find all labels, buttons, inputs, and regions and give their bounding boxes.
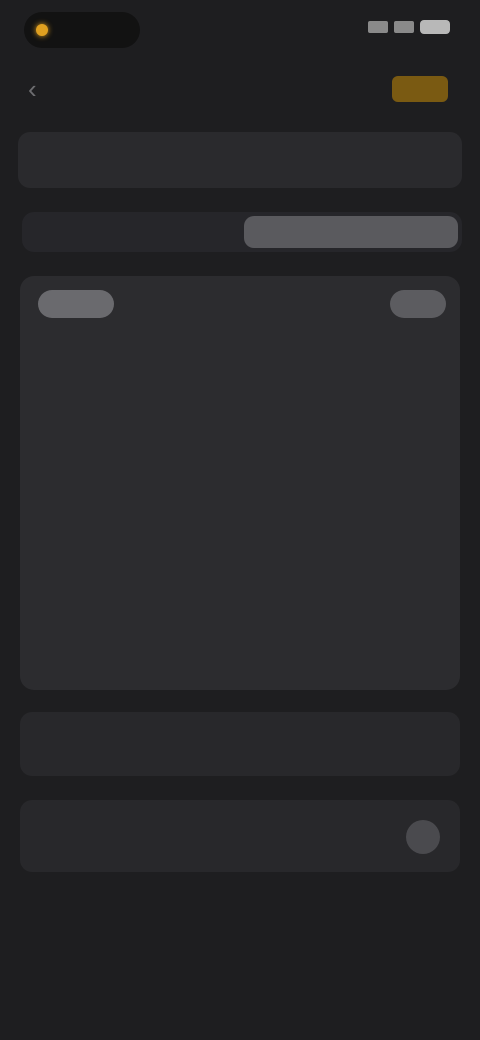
- card-header: [20, 276, 460, 332]
- segment-right-selected[interactable]: [244, 216, 458, 248]
- card-action-button[interactable]: [390, 290, 446, 318]
- battery-icon: [420, 20, 450, 34]
- wifi-icon: [394, 21, 414, 33]
- recording-indicator[interactable]: [24, 12, 140, 48]
- segmented-control: [22, 212, 462, 252]
- settings-row-1[interactable]: [20, 712, 460, 776]
- microphone-icon: [36, 24, 48, 36]
- status-bar: [0, 0, 480, 58]
- segment-left[interactable]: [26, 216, 238, 248]
- settings-row-2[interactable]: [20, 800, 460, 872]
- status-indicators: [362, 20, 450, 34]
- signal-icon: [368, 21, 388, 33]
- content-card: [20, 276, 460, 690]
- row-2-toggle[interactable]: [406, 820, 440, 854]
- navigation-bar: ‹: [0, 58, 480, 120]
- search-input[interactable]: [18, 132, 462, 188]
- back-button[interactable]: ‹: [28, 74, 37, 104]
- done-button[interactable]: [392, 76, 448, 102]
- card-header-chip[interactable]: [38, 290, 114, 318]
- chevron-left-icon: ‹: [28, 74, 37, 104]
